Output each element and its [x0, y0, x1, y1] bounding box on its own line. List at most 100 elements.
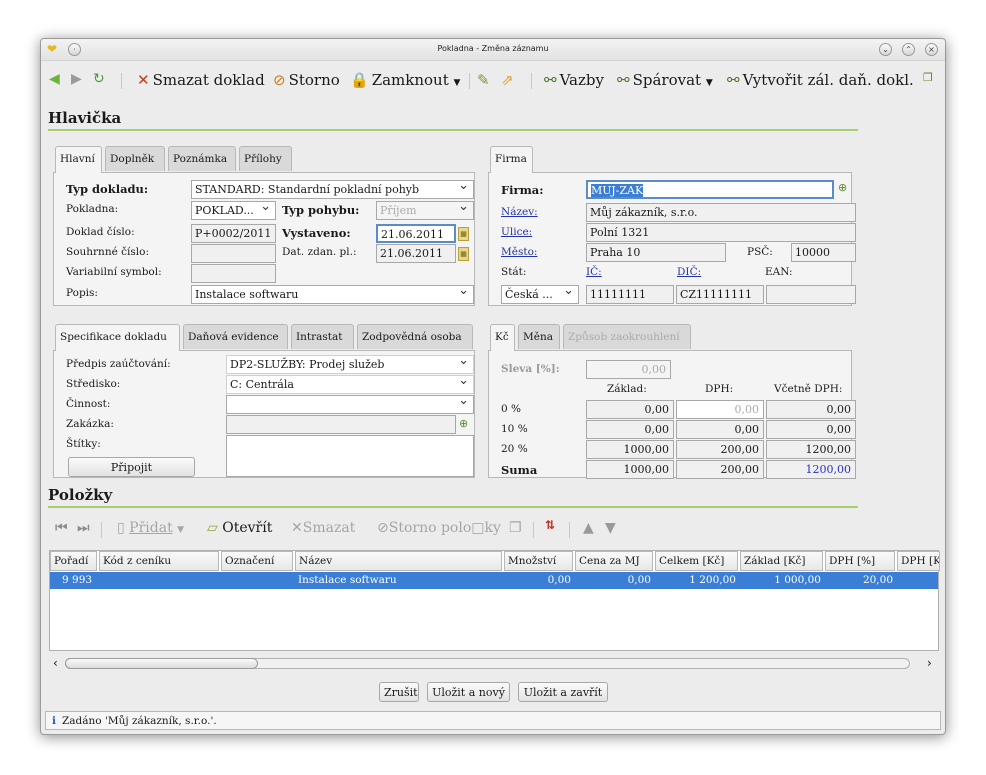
column-header[interactable]: Celkem [Kč] [655, 551, 738, 571]
base-0-field[interactable]: 0,00 [586, 400, 674, 419]
movement-type-select[interactable]: Příjem [376, 201, 474, 220]
sort-icon[interactable]: ⇅ [545, 518, 555, 532]
base-20-field[interactable]: 1000,00 [586, 440, 674, 459]
dic-link[interactable]: DIČ: [677, 266, 701, 278]
city-link[interactable]: Město: [501, 246, 537, 258]
tab-intrastat[interactable]: Intrastat [291, 324, 354, 349]
vat-0-field[interactable]: 0,00 [676, 400, 764, 419]
create-advance-button[interactable]: ⚯ Vytvořit zál. daň. dokl. [727, 71, 914, 89]
scroll-thumb[interactable] [65, 658, 258, 669]
zip-field[interactable]: 10000 [791, 243, 856, 262]
variable-symbol-field[interactable] [191, 264, 276, 283]
firm-lookup-icon[interactable]: ⊕ [838, 181, 847, 194]
column-header[interactable]: Kód z ceníku [99, 551, 219, 571]
lock-button[interactable]: 🔒 Zamknout ▼ [350, 71, 460, 89]
street-link[interactable]: Ulice: [501, 226, 532, 238]
dic-field[interactable]: CZ11111111 [676, 285, 764, 304]
back-icon[interactable]: ◀ [49, 71, 60, 87]
name-link[interactable]: Název: [501, 206, 538, 218]
tags-icon[interactable]: ✎ [477, 71, 490, 89]
posting-select[interactable]: DP2-SLUŽBY: Prodej služeb [226, 355, 474, 374]
tab-czk[interactable]: Kč [490, 324, 515, 351]
storno-button[interactable]: ⊘ Storno [273, 71, 340, 89]
tab-doc-spec[interactable]: Specifikace dokladu [55, 324, 180, 351]
tab-extra[interactable]: Doplněk [105, 146, 165, 171]
scroll-left-icon[interactable]: ‹ [53, 656, 58, 670]
doc-type-select[interactable]: STANDARD: Standardní pokladní pohyb [191, 180, 474, 199]
column-header[interactable]: Množství [504, 551, 573, 571]
tab-currency[interactable]: Měna [518, 324, 560, 349]
discount-field[interactable]: 0,00 [586, 360, 671, 379]
total-10-field[interactable]: 0,00 [766, 420, 856, 439]
tab-responsible[interactable]: Zodpovědná osoba [357, 324, 473, 349]
save-new-button[interactable]: Uložit a nový [427, 682, 510, 702]
doc-number-field[interactable]: P+0002/2011 [191, 224, 276, 243]
links-button[interactable]: ⚯ Vazby [544, 71, 604, 89]
minimize-icon[interactable]: ⌄ [879, 43, 892, 56]
horizontal-scrollbar[interactable]: ‹ › [49, 656, 939, 670]
contract-field[interactable] [226, 415, 456, 434]
tab-note[interactable]: Poznámka [168, 146, 236, 171]
delete-item-button[interactable]: ✕Smazat [291, 520, 355, 536]
street-field[interactable]: Polní 1321 [586, 223, 856, 242]
column-header[interactable]: Základ [Kč] [740, 551, 823, 571]
vat-20-field[interactable]: 200,00 [676, 440, 764, 459]
save-close-button[interactable]: Uložit a zavřít [518, 682, 608, 702]
last-record-icon[interactable]: ⏭ [77, 520, 90, 536]
column-header[interactable]: Název [295, 551, 502, 571]
tab-rounding[interactable]: Způsob zaokrouhlení [563, 324, 691, 349]
firm-name-field[interactable]: Můj zákazník, s.r.o. [586, 203, 856, 222]
calendar-icon[interactable]: ▦ [458, 227, 469, 241]
move-up-icon[interactable]: ▲ [583, 520, 594, 536]
ic-link[interactable]: IČ: [586, 266, 602, 278]
column-header[interactable]: Pořadí [50, 551, 97, 571]
total-20-field[interactable]: 1200,00 [766, 440, 856, 459]
scroll-right-icon[interactable]: › [927, 656, 932, 670]
forward-icon[interactable]: ▶ [71, 71, 82, 87]
add-item-button[interactable]: ▯ Přidat ▼ [117, 520, 184, 536]
export-icon[interactable]: ⇗ [501, 71, 514, 89]
calendar-icon[interactable]: ▦ [458, 247, 469, 261]
attach-button[interactable]: Připojit [68, 457, 195, 477]
cashbox-select[interactable]: POKLAD... [191, 201, 276, 220]
description-field[interactable]: Instalace softwaru [191, 285, 474, 304]
tab-tax-records[interactable]: Daňová evidence [183, 324, 288, 349]
help-icon[interactable]: ❐ [923, 71, 933, 84]
activity-select[interactable] [226, 395, 474, 414]
vat-10-field[interactable]: 0,00 [676, 420, 764, 439]
tab-main[interactable]: Hlavní [55, 146, 102, 173]
tab-firm[interactable]: Firma [490, 146, 533, 173]
total-0-field[interactable]: 0,00 [766, 400, 856, 419]
ic-field[interactable]: 11111111 [586, 285, 674, 304]
tax-date-field[interactable]: 21.06.2011 [376, 244, 456, 263]
firm-field[interactable]: MUJ-ZAK [586, 180, 834, 199]
summary-number-field[interactable] [191, 244, 276, 263]
pair-button[interactable]: ⚯ Spárovat ▼ [617, 71, 713, 89]
delete-doc-button[interactable]: ✕ Smazat doklad [137, 71, 265, 89]
sum-label: Suma [501, 463, 538, 477]
cancel-button[interactable]: Zrušit [379, 682, 419, 702]
tab-attachments[interactable]: Přílohy [239, 146, 292, 171]
first-record-icon[interactable]: ⏮ [55, 520, 68, 536]
country-select[interactable]: Česká ... [501, 285, 579, 304]
move-down-icon[interactable]: ▼ [605, 520, 616, 536]
column-header[interactable]: Označení [221, 551, 293, 571]
center-select[interactable]: C: Centrála [226, 375, 474, 394]
ean-field[interactable] [766, 285, 856, 304]
open-item-button[interactable]: ▱ Otevřít [207, 520, 272, 536]
close-icon[interactable]: × [925, 43, 938, 56]
tags-field[interactable] [226, 435, 474, 477]
table-row[interactable]: 9 993 Instalace softwaru 0,00 0,00 1 200… [50, 572, 938, 589]
base-10-field[interactable]: 0,00 [586, 420, 674, 439]
column-header[interactable]: DPH [%] [825, 551, 895, 571]
city-field[interactable]: Praha 10 [586, 243, 726, 262]
refresh-icon[interactable]: ↻ [93, 71, 105, 87]
storno-item-button[interactable]: ⊘Storno polo□ky [377, 520, 501, 536]
column-header[interactable]: DPH [K [897, 551, 940, 571]
pair-icon: ⚯ [617, 71, 630, 89]
column-header[interactable]: Cena za MJ [575, 551, 653, 571]
contract-lookup-icon[interactable]: ⊕ [459, 417, 468, 430]
copy-icon[interactable]: ❐ [509, 520, 522, 536]
maximize-icon[interactable]: ⌃ [902, 43, 915, 56]
issued-date-field[interactable]: 21.06.2011 [376, 224, 456, 243]
